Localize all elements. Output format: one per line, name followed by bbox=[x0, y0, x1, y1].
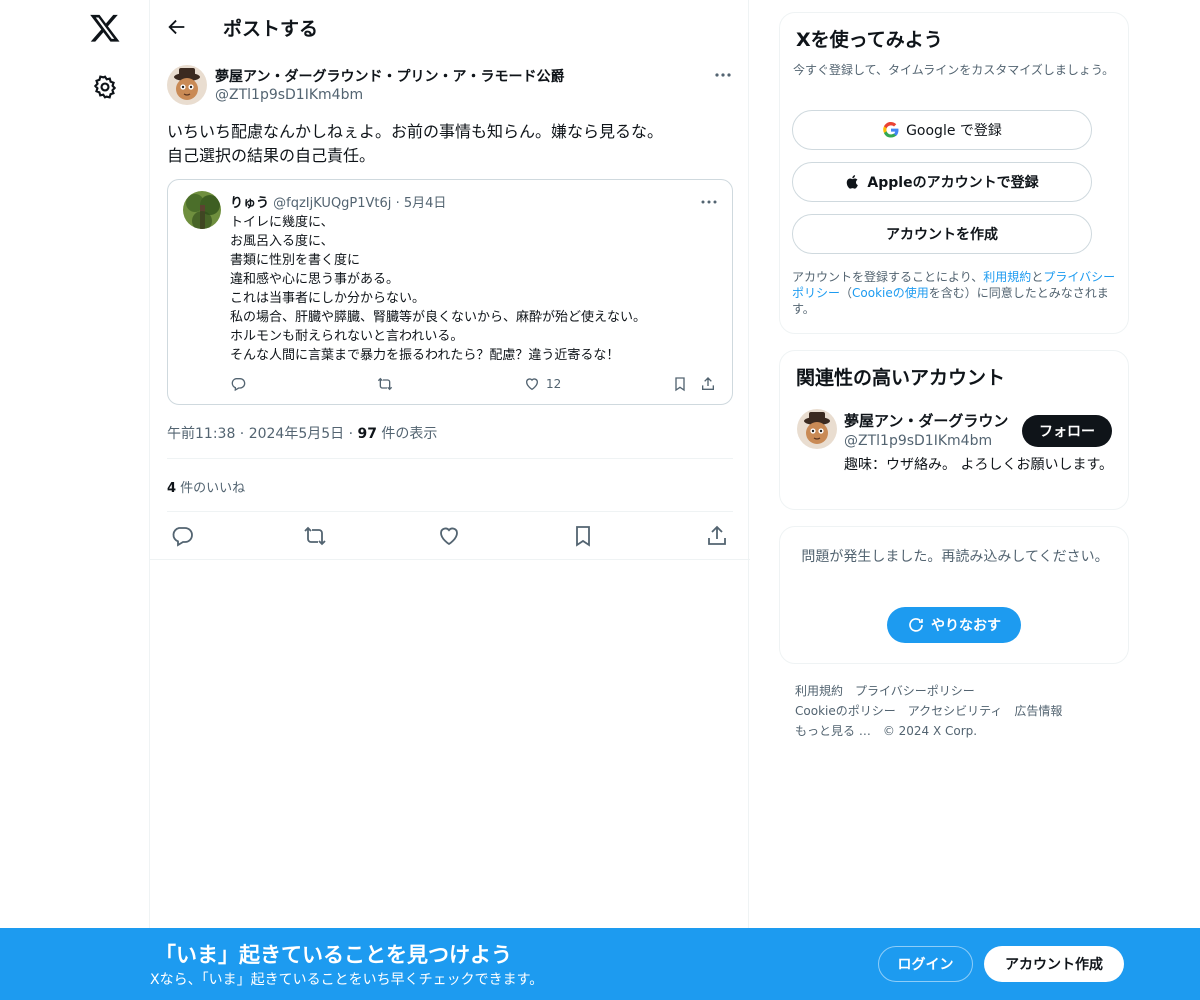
quoted-actions: 12 bbox=[230, 374, 725, 394]
quoted-post-text: トイレに幾度に、 お風呂入る度に、 書類に性別を書く度に 違和感や心に思う事があ… bbox=[230, 215, 647, 363]
terms-link[interactable]: 利用規約 bbox=[983, 270, 1031, 284]
recommended-account-name[interactable]: 夢屋アン・ダーグラウン bbox=[844, 410, 1008, 431]
legal-text: （ bbox=[840, 286, 853, 300]
quoted-post-meta: りゅう @fqzIjKUQgP1Vt6j · 5月4日 bbox=[230, 192, 446, 211]
retry-label: やりなおす bbox=[931, 618, 1001, 634]
footer-ads-link[interactable]: 広告情報 bbox=[1014, 704, 1062, 718]
banner-subtitle: Xなら、「いま」起きていることをいち早くチェックできます。 bbox=[150, 972, 544, 988]
back-arrow-icon[interactable] bbox=[166, 16, 188, 38]
main-column: ポストする 夢屋アン・ダーグラウンド・プリン・ア・ラモード公爵 @ZTl1p9s… bbox=[149, 0, 750, 1000]
author-name[interactable]: 夢屋アン・ダーグラウンド・プリン・ア・ラモード公爵 bbox=[215, 66, 564, 86]
quoted-author-name[interactable]: りゅう bbox=[230, 196, 269, 211]
post-meta: 午前11:38 · 2024年5月5日 · 97 件の表示 bbox=[167, 423, 437, 443]
banner-title: 「いま」起きていることを見つけよう bbox=[155, 943, 512, 967]
relevant-accounts-title: 関連性の高いアカウント bbox=[796, 367, 1006, 389]
share-icon bbox=[702, 377, 714, 390]
quoted-like-count: 12 bbox=[546, 377, 562, 391]
quoted-reply-button[interactable] bbox=[230, 374, 246, 394]
error-message: 問題が発生しました。再読み込みしてください。 bbox=[801, 549, 1109, 565]
footer-privacy-link[interactable]: プライバシーポリシー bbox=[855, 684, 975, 698]
page-header: ポストする bbox=[150, 0, 750, 53]
quoted-author-handle[interactable]: @fqzIjKUQgP1Vt6j bbox=[273, 196, 391, 211]
quoted-share-button[interactable] bbox=[700, 374, 716, 394]
signup-card-subtitle: 今すぐ登録して、タイムラインをカスタマイズしましょう。 bbox=[793, 63, 1115, 77]
google-signup-button[interactable]: Google で登録 bbox=[792, 110, 1092, 150]
footer-more-link[interactable]: もっと見る … bbox=[795, 724, 871, 738]
reply-icon bbox=[231, 378, 246, 392]
legal-text: と bbox=[1031, 270, 1044, 284]
likes-summary[interactable]: 4 件のいいね bbox=[167, 477, 245, 496]
recommended-account-bio: 趣味：ウザ絡み。 よろしくお願いします。 bbox=[844, 457, 1114, 473]
legal-text: アカウントを登録することにより、 bbox=[792, 270, 984, 284]
retry-button[interactable]: やりなおす bbox=[887, 607, 1021, 643]
google-icon bbox=[883, 121, 899, 138]
repost-icon[interactable] bbox=[303, 524, 327, 548]
heart-icon bbox=[525, 378, 539, 391]
post-text: いちいち配慮なんかしねぇよ。お前の事情も知らん。嫌なら見るな。 自己選択の結果の… bbox=[167, 122, 664, 165]
signup-banner: 「いま」起きていることを見つけよう Xなら、「いま」起きていることをいち早くチェ… bbox=[0, 928, 1200, 1000]
quoted-post-date[interactable]: · 5月4日 bbox=[396, 196, 447, 211]
signup-button[interactable]: アカウント作成 bbox=[984, 946, 1124, 982]
login-button[interactable]: ログイン bbox=[878, 946, 973, 982]
quoted-repost-button[interactable] bbox=[376, 374, 394, 394]
relevant-accounts-card: 関連性の高いアカウント 夢屋アン・ダーグラウン @ZTl1p9sD1IKm4bm… bbox=[779, 350, 1129, 510]
divider bbox=[150, 559, 750, 560]
left-nav bbox=[0, 0, 150, 1000]
post-actions bbox=[150, 522, 750, 552]
divider bbox=[167, 511, 733, 512]
bookmark-icon[interactable] bbox=[571, 524, 595, 548]
author-handle[interactable]: @ZTl1p9sD1IKm4bm bbox=[215, 87, 363, 103]
more-options-icon[interactable] bbox=[713, 65, 733, 85]
signup-card-title: Xを使ってみよう bbox=[796, 29, 943, 51]
cookie-link[interactable]: Cookieの使用 bbox=[852, 286, 929, 300]
recommended-account-avatar[interactable] bbox=[797, 409, 837, 449]
footer-copyright: © 2024 X Corp. bbox=[882, 724, 978, 738]
error-card: 問題が発生しました。再読み込みしてください。 やりなおす bbox=[779, 526, 1129, 664]
x-logo-icon[interactable] bbox=[89, 12, 121, 44]
footer-links: 利用規約 プライバシーポリシー Cookieのポリシー アクセシビリティ 広告情報 も… bbox=[795, 681, 1125, 741]
quoted-author-avatar[interactable] bbox=[183, 191, 221, 229]
footer-cookie-link[interactable]: Cookieのポリシー bbox=[795, 704, 896, 718]
quoted-bookmark-button[interactable] bbox=[672, 374, 688, 394]
recommended-account-handle[interactable]: @ZTl1p9sD1IKm4bm bbox=[844, 433, 992, 449]
signup-card: Xを使ってみよう 今すぐ登録して、タイムラインをカスタマイズしましょう。 Goo… bbox=[779, 12, 1129, 334]
apple-signup-label: Appleのアカウントで登録 bbox=[867, 175, 1039, 191]
apple-signup-button[interactable]: Appleのアカウントで登録 bbox=[792, 162, 1092, 202]
share-icon[interactable] bbox=[705, 524, 729, 548]
page-title: ポストする bbox=[223, 18, 319, 40]
reply-icon[interactable] bbox=[170, 524, 194, 548]
create-account-button[interactable]: アカウントを作成 bbox=[792, 214, 1092, 254]
apple-icon bbox=[847, 175, 859, 189]
divider bbox=[167, 458, 733, 459]
bookmark-icon bbox=[675, 377, 685, 392]
quoted-more-options-icon[interactable] bbox=[699, 192, 719, 212]
views-count: 97 bbox=[357, 426, 377, 442]
repost-icon bbox=[377, 377, 393, 391]
refresh-icon bbox=[909, 618, 923, 632]
likes-label: 件のいいね bbox=[176, 481, 246, 496]
quoted-like-button[interactable]: 12 bbox=[524, 374, 561, 394]
follow-button[interactable]: フォロー bbox=[1022, 415, 1112, 447]
google-signup-label: Google で登録 bbox=[906, 123, 1002, 139]
views-label: 件の表示 bbox=[376, 426, 438, 442]
likes-count: 4 bbox=[167, 481, 177, 496]
footer-terms-link[interactable]: 利用規約 bbox=[795, 684, 843, 698]
post-timestamp[interactable]: 午前11:38 · 2024年5月5日 · bbox=[167, 426, 358, 442]
heart-icon[interactable] bbox=[437, 524, 461, 548]
signup-legal-text: アカウントを登録することにより、利用規約とプライバシーポリシー（Cookieの使… bbox=[792, 269, 1122, 317]
footer-accessibility-link[interactable]: アクセシビリティ bbox=[908, 704, 1003, 718]
create-account-label: アカウントを作成 bbox=[886, 227, 998, 243]
quoted-post[interactable]: りゅう @fqzIjKUQgP1Vt6j · 5月4日 トイレに幾度に、 お風呂… bbox=[167, 179, 733, 405]
gear-icon[interactable] bbox=[92, 74, 118, 100]
author-avatar[interactable] bbox=[167, 65, 207, 105]
